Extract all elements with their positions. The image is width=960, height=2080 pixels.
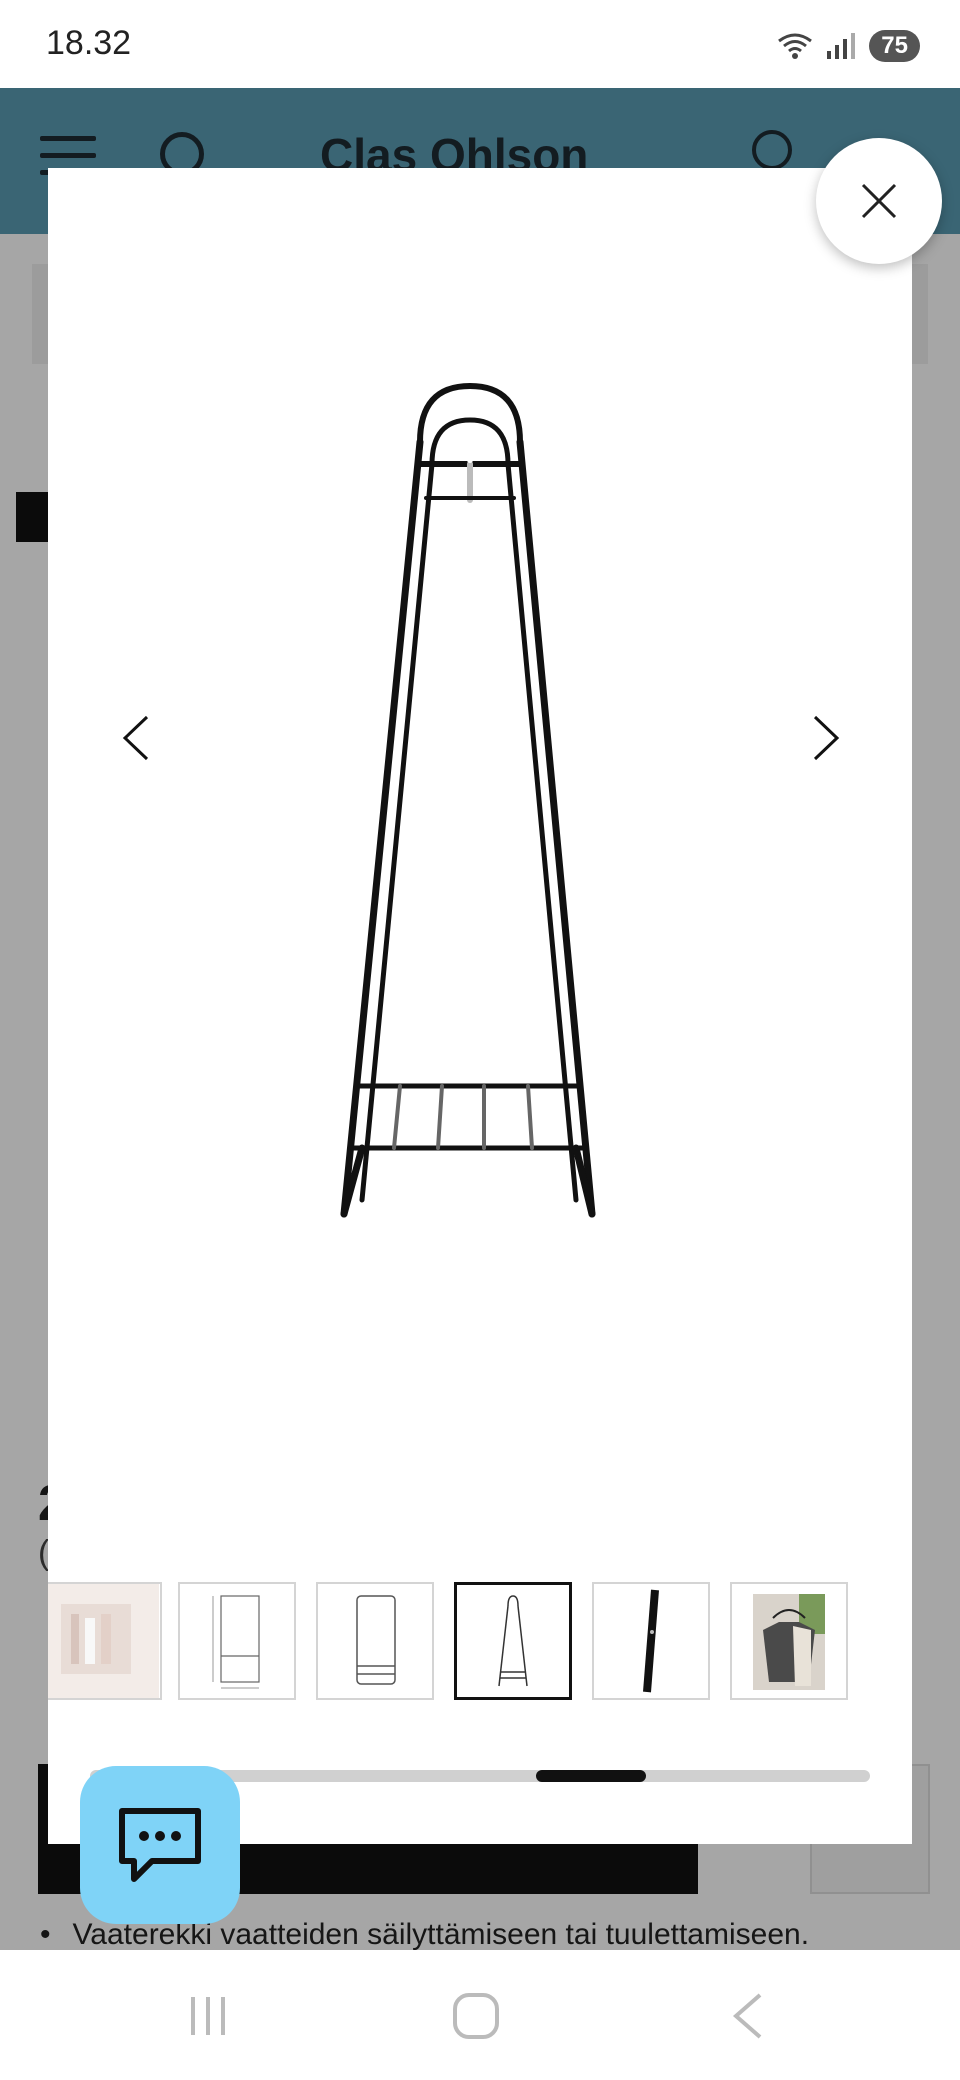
- thumbnail-hanging-clothes[interactable]: [730, 1582, 848, 1700]
- next-image-button[interactable]: [796, 698, 856, 778]
- chevron-right-icon: [813, 715, 840, 761]
- wifi-icon: [778, 33, 813, 59]
- back-icon: [732, 1993, 762, 2039]
- chevron-left-icon: [122, 715, 149, 761]
- thumbnail-strip[interactable]: [48, 1578, 912, 1704]
- home-icon: [453, 1993, 499, 2039]
- previous-image-button[interactable]: [106, 698, 166, 778]
- battery-level: 75: [881, 32, 908, 59]
- thumbnail-dimension-drawing[interactable]: [178, 1582, 296, 1700]
- recent-apps-icon: [191, 1997, 225, 2035]
- status-time: 18.32: [46, 24, 132, 62]
- system-nav-bar: [0, 1950, 960, 2080]
- chat-button[interactable]: [80, 1766, 240, 1924]
- back-button[interactable]: [718, 1986, 778, 2046]
- gallery-scroll-thumb[interactable]: [536, 1770, 646, 1782]
- recent-apps-button[interactable]: [178, 1986, 238, 2046]
- thumbnail-front-view-selected[interactable]: [454, 1582, 572, 1700]
- battery-indicator: 75: [869, 30, 920, 62]
- thumbnail-room-photo[interactable]: [48, 1582, 162, 1700]
- status-icons: 75: [777, 26, 920, 66]
- chat-bubble-icon: [119, 1808, 201, 1882]
- thumbnail-side-view[interactable]: [316, 1582, 434, 1700]
- product-image[interactable]: [320, 370, 620, 1230]
- status-bar: 18.32 75: [0, 0, 960, 88]
- close-button[interactable]: [816, 138, 942, 264]
- thumbnail-detail-pole[interactable]: [592, 1582, 710, 1700]
- home-button[interactable]: [446, 1986, 506, 2046]
- close-icon: [861, 183, 897, 219]
- signal-icon: [827, 33, 856, 59]
